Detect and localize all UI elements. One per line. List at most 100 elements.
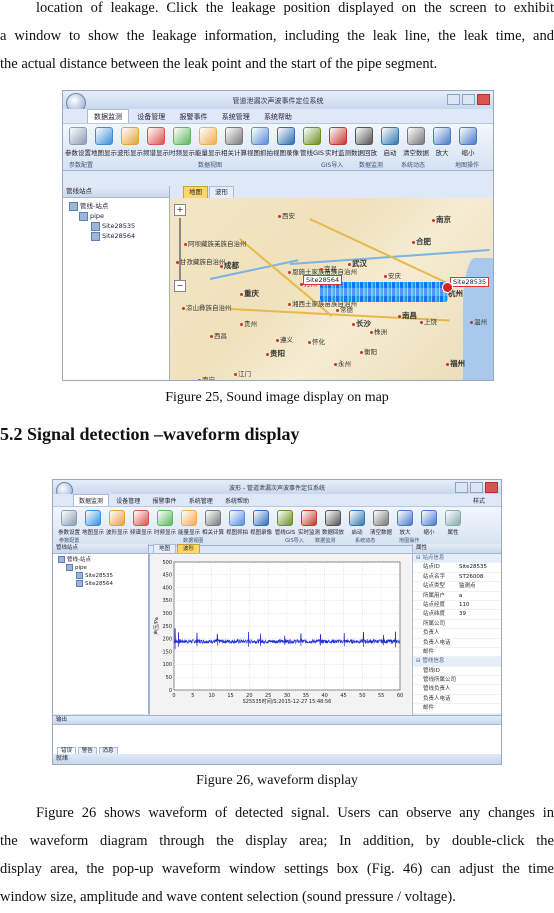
property-row[interactable]: 站点类型 监测点 xyxy=(413,582,501,592)
city-dot xyxy=(398,314,401,318)
ribbon-button[interactable]: 启动 xyxy=(377,127,403,157)
tree-item-site-2[interactable]: Site28564 xyxy=(69,231,169,241)
tab-device-manage[interactable]: 设备管理 xyxy=(111,495,145,506)
tab-device-manage[interactable]: 设备管理 xyxy=(131,110,171,124)
ribbon-button-label: 缩小 xyxy=(423,529,435,536)
close-icon[interactable] xyxy=(485,482,498,493)
tab-system-help[interactable]: 系统帮助 xyxy=(220,495,254,506)
property-row[interactable]: 管线ID xyxy=(413,667,501,677)
ribbon-button[interactable]: 参数设置 xyxy=(65,127,91,157)
ribbon-button[interactable]: 能量显示 xyxy=(177,510,201,536)
tab-data-monitor[interactable]: 数据监测 xyxy=(87,109,129,124)
minimize-icon[interactable] xyxy=(455,482,468,493)
map-city-label: 西昌 xyxy=(210,330,227,340)
maximize-icon[interactable] xyxy=(470,482,483,493)
property-row[interactable]: 负责人电话 xyxy=(413,695,501,705)
ribbon-button[interactable]: 数据回放 xyxy=(351,127,377,157)
property-section[interactable]: ⊟ 管线信息 xyxy=(413,657,501,667)
ribbon-button[interactable]: 实时监测 xyxy=(325,127,351,157)
map-view[interactable]: + − 合肥 武汉 长沙 重庆 成都 贵阳 南京 杭州 南昌 福州 西安 安庆 恩施土家族苗族自治州 湘西… xyxy=(170,198,493,380)
tab-alarm-events[interactable]: 报警事件 xyxy=(173,110,213,124)
ribbon-button[interactable]: 相关计算 xyxy=(221,127,247,157)
tool-icon xyxy=(61,510,77,526)
leak-sound-band[interactable] xyxy=(320,282,448,302)
ribbon-menu: 数据监测 设备管理 报警事件 系统管理 系统帮助 样式 xyxy=(53,494,501,506)
ribbon-button[interactable]: 相关计算 xyxy=(201,510,225,536)
ribbon-button[interactable]: 视图抓拍 xyxy=(247,127,273,157)
ribbon-button[interactable]: 视图录像 xyxy=(273,127,299,157)
tab-system-manage[interactable]: 系统管理 xyxy=(216,110,256,124)
property-row[interactable]: 管线所属公司 xyxy=(413,676,501,686)
tab-system-manage[interactable]: 系统管理 xyxy=(184,495,218,506)
property-row[interactable]: 负责人 xyxy=(413,629,501,639)
ribbon-button[interactable]: 管线GIS xyxy=(273,510,297,536)
property-row[interactable]: 所属用户 a xyxy=(413,592,501,601)
property-row[interactable]: 邮件 xyxy=(413,648,501,658)
tree-root[interactable]: 管线-站点 xyxy=(58,556,148,564)
property-row[interactable]: 所属公司 xyxy=(413,620,501,630)
property-panel: 属性 ⊟ 站点信息 站点ID Site28535 站点名字 ST26008 站点类型 监测点… xyxy=(412,544,501,714)
ribbon-button[interactable]: 属性 xyxy=(441,510,465,536)
zoom-out-button[interactable]: − xyxy=(174,280,186,292)
minimize-icon[interactable] xyxy=(447,94,460,105)
property-row[interactable]: 站点纬度 39 xyxy=(413,610,501,620)
ribbon-button[interactable]: 时频显示 xyxy=(153,510,177,536)
zoom-in-button[interactable]: + xyxy=(174,204,186,216)
map-city-label: 贵州 xyxy=(240,318,257,328)
tree-item-pipe[interactable]: pipe xyxy=(69,211,169,221)
zoom-control: + − xyxy=(174,204,186,294)
property-row[interactable]: 邮件 xyxy=(413,704,501,714)
ribbon-button[interactable]: 数据回放 xyxy=(321,510,345,536)
intro-line-2: a window to show the leakage information… xyxy=(0,28,554,44)
tree-root[interactable]: 管线-站点 xyxy=(69,201,169,211)
y-tick-label: 350 xyxy=(162,598,172,604)
tool-icon xyxy=(229,510,245,526)
maximize-icon[interactable] xyxy=(462,94,475,105)
ribbon-button[interactable]: 清空数据 xyxy=(403,127,429,157)
ribbon-button[interactable]: 实时监测 xyxy=(297,510,321,536)
zoom-slider[interactable] xyxy=(179,218,181,280)
ribbon-button[interactable]: 启动 xyxy=(345,510,369,536)
property-row[interactable]: 站点名字 ST26008 xyxy=(413,573,501,583)
tree-item-site-1[interactable]: Site28535 xyxy=(58,572,148,580)
ribbon-button[interactable]: 管线GIS xyxy=(299,127,325,157)
ribbon-button[interactable]: 波形显示 xyxy=(117,127,143,157)
ribbon-button[interactable]: 地图显示 xyxy=(91,127,117,157)
site-pin-right[interactable] xyxy=(442,282,453,293)
waveform-chart[interactable]: 0501001502002503003504004505000 5 10 15 20 25… xyxy=(150,554,412,715)
ribbon-button[interactable]: 缩小 xyxy=(417,510,441,536)
tree-item-site-1[interactable]: Site28535 xyxy=(69,221,169,231)
property-row[interactable]: 负责人电话 xyxy=(413,639,501,648)
ribbon-button[interactable]: 能量显示 xyxy=(195,127,221,157)
city-dot xyxy=(446,362,449,366)
site-label-left[interactable]: Site28564 xyxy=(303,275,343,285)
tab-data-monitor[interactable]: 数据监测 xyxy=(73,494,110,506)
ribbon-button[interactable]: 视图抓拍 xyxy=(225,510,249,536)
ribbon-button[interactable]: 放大 xyxy=(393,510,417,536)
ribbon-button[interactable]: 地图显示 xyxy=(81,510,105,536)
ribbon-button[interactable]: 放大 xyxy=(429,127,455,157)
waveform-panel[interactable]: 0 50 100 150 200 250 300 350 400 450 500 0 5 10 15 20 25… xyxy=(149,553,413,716)
tab-alarm-events[interactable]: 报警事件 xyxy=(148,495,182,506)
ribbon-button[interactable]: 参数设置 xyxy=(57,510,81,536)
tree-item-pipe[interactable]: pipe xyxy=(58,564,148,572)
ribbon-button[interactable]: 频谱显示 xyxy=(143,127,169,157)
ribbon-button[interactable]: 频谱显示 xyxy=(129,510,153,536)
map-city-label: 合肥 xyxy=(412,236,431,247)
ribbon-button[interactable]: 波形显示 xyxy=(105,510,129,536)
tree-item-site-2[interactable]: Site28564 xyxy=(58,580,148,588)
map-city-label: 株洲 xyxy=(370,326,387,336)
ribbon-button[interactable]: 时频显示 xyxy=(169,127,195,157)
ribbon-button-label: 属性 xyxy=(447,529,459,536)
ribbon-button[interactable]: 视图录像 xyxy=(249,510,273,536)
property-section[interactable]: ⊟ 站点信息 xyxy=(413,554,501,564)
tool-icon xyxy=(373,510,389,526)
ribbon-button[interactable]: 清空数据 xyxy=(369,510,393,536)
site-label-right[interactable]: Site28535 xyxy=(450,277,490,287)
property-row[interactable]: 站点经度 110 xyxy=(413,601,501,611)
close-icon[interactable] xyxy=(477,94,490,105)
ribbon-button[interactable]: 缩小 xyxy=(455,127,481,157)
property-row[interactable]: 站点ID Site28535 xyxy=(413,563,501,573)
tab-system-help[interactable]: 系统帮助 xyxy=(258,110,298,124)
property-row[interactable]: 管线负责人 xyxy=(413,685,501,695)
